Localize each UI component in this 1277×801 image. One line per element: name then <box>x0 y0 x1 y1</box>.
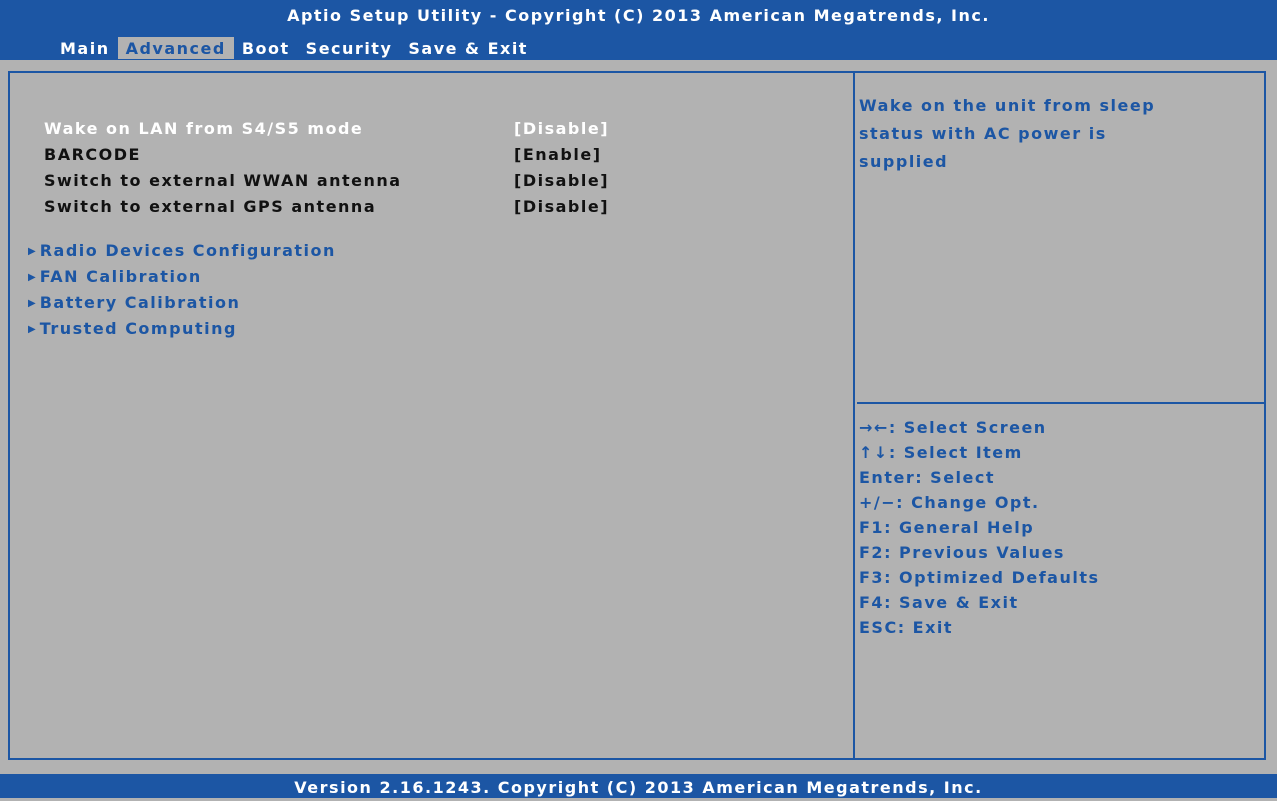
key-change-option: +/−: Change Opt. <box>859 493 1040 512</box>
setting-wake-on-lan[interactable]: Wake on LAN from S4/S5 mode [Disable] <box>44 119 664 145</box>
settings-list: Wake on LAN from S4/S5 mode [Disable] BA… <box>44 119 664 223</box>
triangle-right-icon: ▶ <box>28 298 36 309</box>
help-text: Wake on the unit from sleep status with … <box>859 92 1249 176</box>
tab-bar: Main Advanced Boot Security Save & Exit <box>52 37 536 59</box>
tab-advanced[interactable]: Advanced <box>117 37 234 59</box>
submenu-label: Radio Devices Configuration <box>39 241 336 260</box>
setting-label: BARCODE <box>44 145 141 164</box>
setting-wwan-antenna[interactable]: Switch to external WWAN antenna [Disable… <box>44 171 664 197</box>
header-bar: Aptio Setup Utility - Copyright (C) 2013… <box>0 0 1277 60</box>
main-frame: Wake on LAN from S4/S5 mode [Disable] BA… <box>8 71 1266 760</box>
setting-value[interactable]: [Enable] <box>514 145 602 164</box>
setting-value[interactable]: [Disable] <box>514 171 609 190</box>
key-previous-values: F2: Previous Values <box>859 543 1065 562</box>
setting-value[interactable]: [Disable] <box>514 197 609 216</box>
triangle-right-icon: ▶ <box>28 272 36 283</box>
key-select-item: ↑↓: Select Item <box>859 443 1023 462</box>
setting-label: Switch to external WWAN antenna <box>44 171 402 190</box>
setting-value[interactable]: [Disable] <box>514 119 609 138</box>
submenu-label: FAN Calibration <box>39 267 202 286</box>
key-escape-exit: ESC: Exit <box>859 618 954 637</box>
help-line: supplied <box>859 152 949 171</box>
key-save-exit: F4: Save & Exit <box>859 593 1019 612</box>
setting-barcode[interactable]: BARCODE [Enable] <box>44 145 664 171</box>
tab-save-exit[interactable]: Save & Exit <box>400 37 536 59</box>
key-general-help: F1: General Help <box>859 518 1035 537</box>
submenu-radio-devices[interactable]: ▶ Radio Devices Configuration <box>28 241 336 267</box>
key-select-screen: →←: Select Screen <box>859 418 1047 437</box>
tab-main[interactable]: Main <box>52 37 118 59</box>
help-line: Wake on the unit from sleep <box>859 96 1156 115</box>
tab-boot[interactable]: Boot <box>234 37 298 59</box>
triangle-right-icon: ▶ <box>28 246 36 257</box>
key-legend: →←: Select Screen ↑↓: Select Item Enter:… <box>859 415 1100 640</box>
submenu-fan-calibration[interactable]: ▶ FAN Calibration <box>28 267 336 293</box>
key-enter-select: Enter: Select <box>859 468 996 487</box>
submenu-list: ▶ Radio Devices Configuration ▶ FAN Calibr… <box>28 241 336 345</box>
submenu-label: Trusted Computing <box>39 319 237 338</box>
key-optimized-defaults: F3: Optimized Defaults <box>859 568 1100 587</box>
tab-security[interactable]: Security <box>298 37 401 59</box>
panel-divider <box>853 73 855 758</box>
submenu-trusted-computing[interactable]: ▶ Trusted Computing <box>28 319 336 345</box>
setting-gps-antenna[interactable]: Switch to external GPS antenna [Disable] <box>44 197 664 223</box>
help-separator <box>857 402 1264 404</box>
submenu-label: Battery Calibration <box>39 293 241 312</box>
submenu-battery-calibration[interactable]: ▶ Battery Calibration <box>28 293 336 319</box>
help-line: status with AC power is <box>859 124 1107 143</box>
footer-bar: Version 2.16.1243. Copyright (C) 2013 Am… <box>0 774 1277 798</box>
app-title: Aptio Setup Utility - Copyright (C) 2013… <box>287 6 990 25</box>
triangle-right-icon: ▶ <box>28 324 36 335</box>
setting-label: Wake on LAN from S4/S5 mode <box>44 119 364 138</box>
setting-label: Switch to external GPS antenna <box>44 197 377 216</box>
